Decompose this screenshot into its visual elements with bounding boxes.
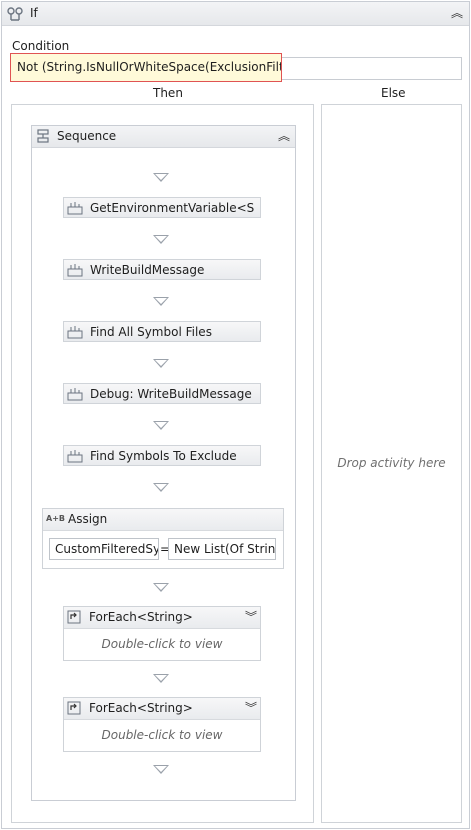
workflow-designer: If ︽ Condition Not (String.IsNullOrWhite… (0, 0, 471, 830)
activity-find-all-symbol-files[interactable]: Find All Symbol Files (63, 321, 261, 342)
chevron-double-up-icon[interactable]: ︽ (277, 129, 291, 143)
foreach-icon (67, 610, 81, 624)
condition-label: Condition (12, 39, 70, 53)
sequence-header[interactable]: Sequence ︽ (32, 126, 295, 148)
activity-write-build-message[interactable]: WriteBuildMessage (63, 259, 261, 280)
drop-arrow-icon[interactable] (153, 421, 169, 430)
then-label: Then (153, 86, 183, 100)
activity-label: WriteBuildMessage (90, 263, 205, 277)
chevron-double-down-icon[interactable]: ︾ (244, 610, 258, 624)
foreach-activity[interactable]: ForEach<String> ︾ Double-click to view (63, 697, 261, 752)
if-activity-icon (7, 7, 23, 21)
activity-icon (67, 326, 83, 339)
else-label: Else (381, 86, 406, 100)
chevron-double-down-icon[interactable]: ︾ (244, 701, 258, 715)
assign-title: Assign (68, 512, 108, 526)
activity-label: GetEnvironmentVariable<S (90, 201, 255, 215)
activity-icon (67, 450, 83, 463)
assign-value-field[interactable]: New List(Of String) (168, 538, 276, 560)
drop-arrow-icon[interactable] (153, 297, 169, 306)
else-drop-placeholder: Drop activity here (337, 456, 446, 470)
condition-expression[interactable]: Not (String.IsNullOrWhiteSpace(Exclusion… (10, 53, 282, 82)
assign-to-field[interactable]: CustomFilteredSyr (49, 538, 159, 560)
assign-icon: A+B (46, 514, 65, 523)
foreach-activity[interactable]: ForEach<String> ︾ Double-click to view (63, 606, 261, 661)
activity-icon (67, 388, 83, 401)
foreach-icon (67, 701, 81, 715)
drop-arrow-icon[interactable] (153, 173, 169, 182)
foreach-header[interactable]: ForEach<String> ︾ (64, 607, 260, 629)
foreach-title: ForEach<String> (89, 610, 193, 624)
drop-arrow-icon[interactable] (153, 359, 169, 368)
activity-find-symbols-to-exclude[interactable]: Find Symbols To Exclude (63, 445, 261, 466)
drop-arrow-icon[interactable] (153, 583, 169, 592)
if-activity[interactable]: If ︽ Condition Not (String.IsNullOrWhite… (1, 1, 470, 829)
activity-debug-write-build-message[interactable]: Debug: WriteBuildMessage (63, 383, 261, 404)
activity-label: Find All Symbol Files (90, 325, 212, 339)
chevron-double-up-icon[interactable]: ︽ (450, 6, 464, 20)
assign-activity[interactable]: A+B Assign CustomFilteredSyr = New List(… (42, 508, 284, 569)
assign-header[interactable]: A+B Assign (43, 509, 283, 531)
drop-arrow-icon[interactable] (153, 235, 169, 244)
activity-get-environment-variable[interactable]: GetEnvironmentVariable<S (63, 197, 261, 218)
foreach-header[interactable]: ForEach<String> ︾ (64, 698, 260, 720)
if-header[interactable]: If ︽ (2, 2, 469, 26)
if-title: If (30, 6, 38, 20)
activity-icon (67, 264, 83, 277)
foreach-body-hint: Double-click to view (101, 728, 223, 742)
activity-label: Find Symbols To Exclude (90, 449, 237, 463)
foreach-body-hint: Double-click to view (101, 637, 223, 651)
activity-label: Debug: WriteBuildMessage (90, 387, 252, 401)
drop-arrow-icon[interactable] (153, 765, 169, 774)
sequence-title: Sequence (57, 129, 117, 143)
drop-arrow-icon[interactable] (153, 483, 169, 492)
drop-arrow-icon[interactable] (153, 674, 169, 683)
activity-icon (67, 202, 83, 215)
foreach-title: ForEach<String> (89, 701, 193, 715)
sequence-icon (37, 129, 49, 143)
